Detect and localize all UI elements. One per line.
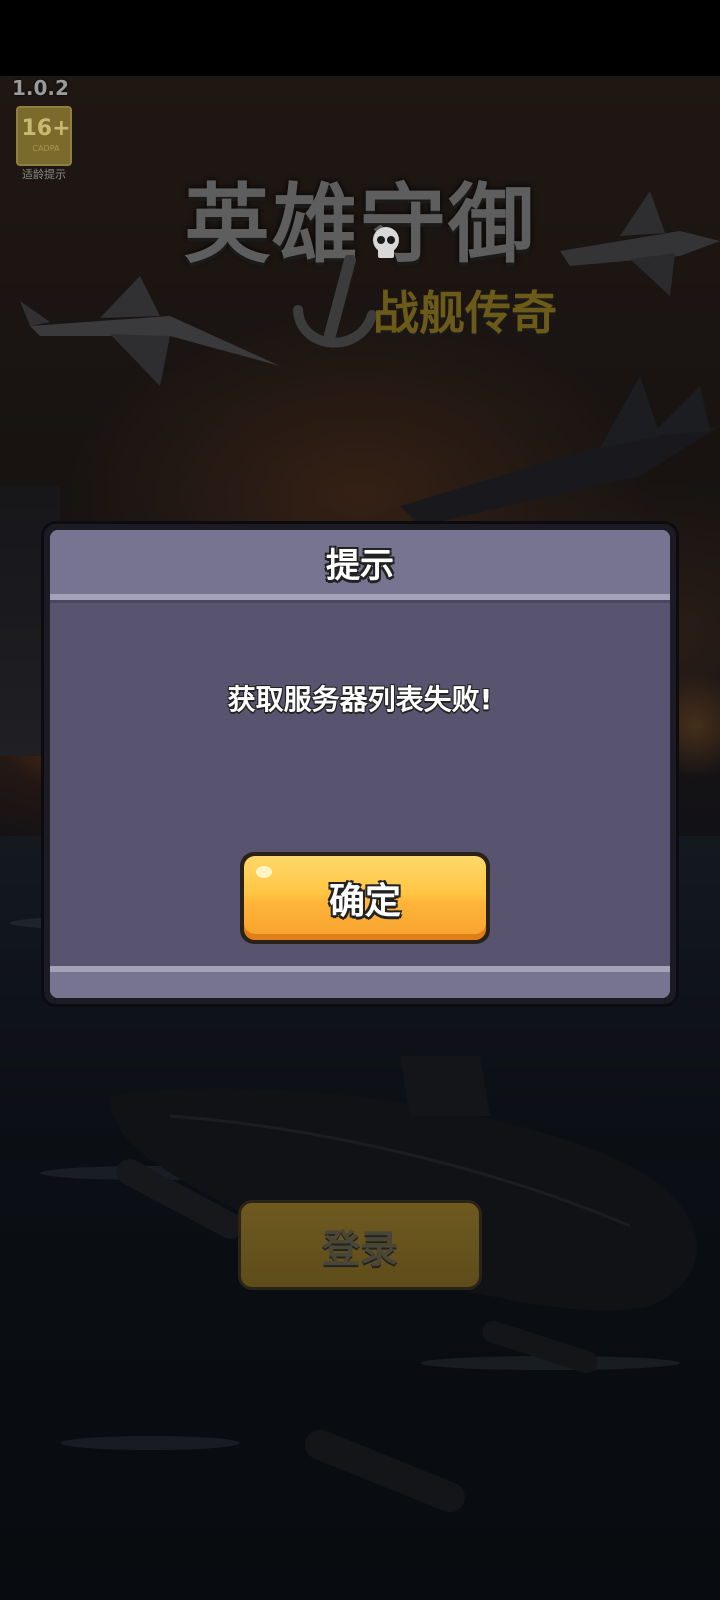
dialog-title: 提示 [326, 545, 394, 586]
login-button[interactable]: 登录 [238, 1200, 482, 1290]
age-rating-org: CADPA [32, 144, 60, 153]
confirm-button-face: 确定 [244, 856, 486, 940]
dialog-body: 获取服务器列表失败! 确定 [50, 600, 670, 966]
login-label: 登录 [321, 1226, 398, 1271]
age-rating-badge[interactable]: 16+ CADPA 适龄提示 [16, 106, 72, 184]
game-screen: 1.0.2 16+ CADPA 适龄提示 英雄守御 战舰传奇 登录 提示 获取服… [0, 0, 720, 1600]
skull-icon [373, 227, 399, 258]
confirm-label: 确定 [328, 881, 401, 922]
age-rating-icon: 16+ CADPA [16, 106, 72, 166]
confirm-button[interactable]: 确定 [240, 852, 490, 944]
status-bar [0, 0, 720, 76]
age-rating-caption: 适龄提示 [22, 168, 66, 181]
dialog-panel: 提示 获取服务器列表失败! 确定 [50, 530, 670, 998]
game-subtitle: 战舰传奇 [373, 286, 557, 340]
version-label: 1.0.2 [12, 76, 69, 100]
game-logo: 英雄守御 战舰传奇 [140, 175, 580, 355]
age-rating-value: 16+ [21, 116, 71, 141]
dialog-message: 获取服务器列表失败! [227, 683, 493, 716]
dialog-header: 提示 [50, 530, 670, 594]
alert-dialog: 提示 获取服务器列表失败! 确定 [44, 524, 676, 1004]
dialog-footer [50, 972, 670, 998]
